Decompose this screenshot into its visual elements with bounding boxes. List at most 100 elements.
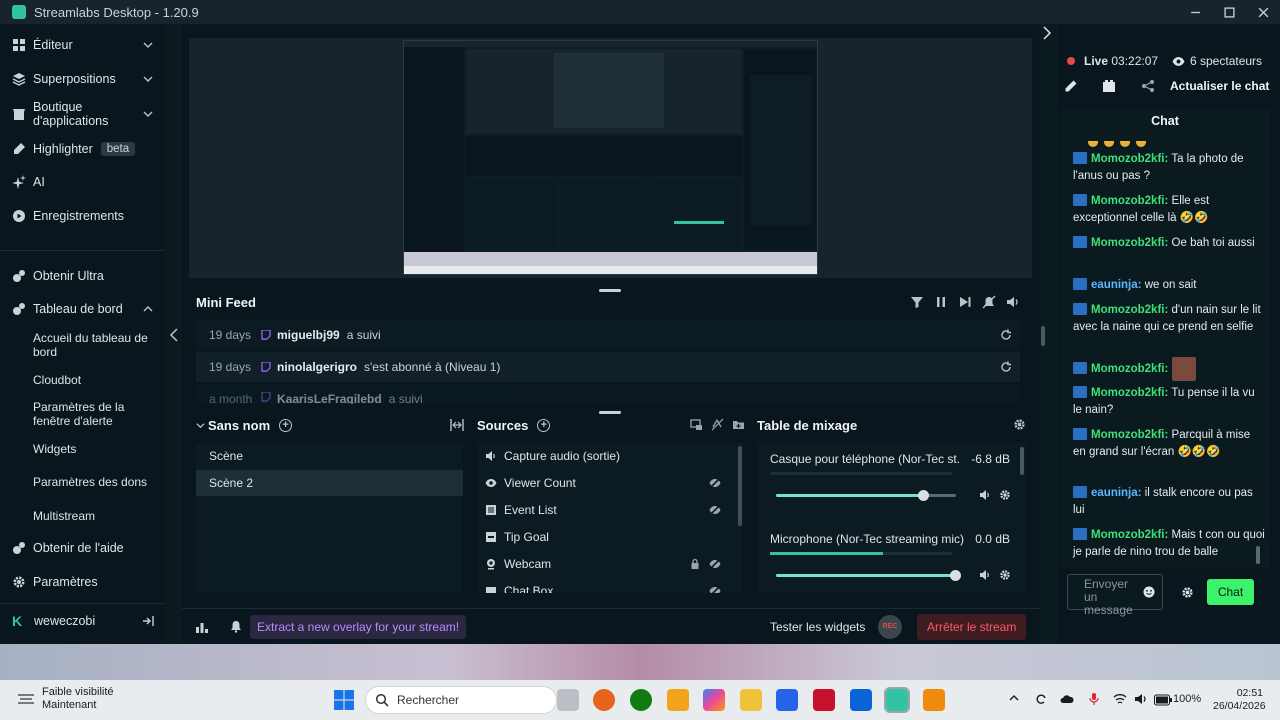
add-scene-button[interactable]: + (279, 419, 293, 432)
close-button[interactable] (1246, 0, 1280, 24)
vlc-icon[interactable] (923, 689, 945, 711)
chat-username[interactable]: Momozob2kfi (1091, 237, 1164, 249)
sidebar-item-app-store[interactable]: Boutique d'applications (0, 100, 164, 128)
feed-row[interactable]: 19 days miguelbj99 a suivi (196, 320, 1020, 350)
filter-icon[interactable] (910, 295, 924, 309)
add-folder-icon[interactable] (732, 418, 745, 431)
chat-username[interactable]: Momozob2kfi (1091, 429, 1164, 441)
add-source-button[interactable]: + (537, 419, 551, 432)
test-widgets-button[interactable]: Tester les widgets (770, 620, 865, 634)
system-clock[interactable]: 02:51 26/04/2026 (1213, 687, 1266, 713)
xbox-icon[interactable] (630, 689, 652, 711)
taskbar-search[interactable]: Rechercher (365, 686, 557, 714)
selective-recording-icon[interactable] (690, 418, 703, 431)
refresh-chat-button[interactable]: Actualiser le chat (1170, 79, 1269, 93)
sidebar-item-ultra[interactable]: Obtenir Ultra (0, 269, 164, 283)
source-item[interactable]: Tip Goal (477, 524, 735, 550)
sidebar-item-recordings[interactable]: Enregistrements (0, 209, 164, 223)
outlook-icon[interactable] (850, 689, 872, 711)
chevron-down-icon[interactable] (196, 421, 205, 430)
maximize-button[interactable] (1212, 0, 1246, 24)
volume-slider[interactable] (776, 570, 961, 581)
logout-icon[interactable] (142, 615, 154, 627)
resize-handle[interactable] (599, 411, 621, 414)
mixer-settings-gear-icon[interactable] (1013, 418, 1026, 431)
scene-item[interactable]: Scène (196, 443, 463, 469)
stream-preview[interactable] (403, 40, 818, 275)
sidebar-subitem-multistream[interactable]: Multistream (33, 509, 158, 523)
chat-username[interactable]: Momozob2kfi (1091, 387, 1164, 399)
sync-icon[interactable] (1034, 692, 1048, 706)
scene-collection-name[interactable]: Sans nom (208, 418, 270, 433)
sidebar-item-editor[interactable]: Éditeur (0, 38, 164, 52)
feed-row[interactable]: a month KaarisLeFragilebd a suivi (196, 384, 1020, 404)
scene-item-selected[interactable]: Scène 2 (196, 470, 463, 496)
sidebar-subitem-widgets[interactable]: Widgets (33, 442, 158, 456)
chat-message-input[interactable]: Envoyer un message (1067, 574, 1163, 617)
speaker-icon[interactable] (979, 489, 991, 501)
gear-icon[interactable] (999, 489, 1011, 501)
cloud-icon[interactable] (1060, 692, 1074, 706)
sidebar-item-help[interactable]: Obtenir de l'aide (0, 541, 164, 555)
edit-stream-info-icon[interactable] (1064, 79, 1078, 93)
volume-icon[interactable] (1134, 692, 1148, 706)
source-item[interactable]: Chat Box (477, 578, 735, 593)
resize-handle[interactable] (599, 289, 621, 292)
wifi-icon[interactable] (1113, 692, 1127, 706)
sidebar-subitem-cloudbot[interactable]: Cloudbot (33, 373, 158, 387)
lock-icon[interactable] (689, 558, 701, 570)
pause-icon[interactable] (934, 295, 948, 309)
volume-knob[interactable] (950, 570, 961, 581)
mute-alerts-icon[interactable] (982, 295, 996, 309)
sidebar-subitem-tips[interactable]: Paramètres des dons (33, 475, 158, 489)
streamlabs-taskbar-icon[interactable] (884, 687, 910, 713)
user-account[interactable]: K weweczobi (0, 608, 164, 634)
collapse-chat-icon[interactable] (1041, 26, 1053, 40)
file-explorer-icon[interactable] (740, 689, 762, 711)
chevron-up-icon[interactable] (1008, 692, 1020, 704)
minifeed-scrollbar[interactable] (1041, 326, 1045, 346)
sources-scrollbar[interactable] (738, 446, 742, 526)
minimize-button[interactable] (1178, 0, 1212, 24)
visibility-hidden-icon[interactable] (709, 585, 721, 593)
feed-row[interactable]: 19 days ninolalgerigro s'est abonné à (N… (196, 352, 1020, 382)
sidebar-item-highlighter[interactable]: Highlighter beta (0, 142, 164, 156)
store-icon[interactable] (667, 689, 689, 711)
notification-bell-icon[interactable] (229, 619, 243, 633)
speaker-icon[interactable] (979, 569, 991, 581)
source-item[interactable]: Event List (477, 497, 735, 523)
visibility-hidden-icon[interactable] (709, 477, 721, 489)
chat-username[interactable]: Momozob2kfi (1091, 153, 1164, 165)
sidebar-subitem-dashboard-home[interactable]: Accueil du tableau de bord (33, 331, 158, 359)
mixer-scrollbar[interactable] (1020, 447, 1024, 475)
emoji-icon[interactable] (1143, 586, 1155, 598)
share-icon[interactable] (1141, 79, 1155, 93)
sidebar-subitem-alert-box[interactable]: Paramètres de la fenêtre d'alerte (33, 400, 158, 428)
stop-stream-button[interactable]: Arrêter le stream (917, 614, 1027, 640)
chat-username[interactable]: eauninja (1091, 279, 1138, 291)
volume-slider[interactable] (776, 490, 956, 501)
windows-start-icon[interactable] (334, 690, 354, 710)
sidebar-item-dashboard[interactable]: Tableau de bord (0, 302, 164, 316)
chat-scrollbar[interactable] (1256, 546, 1260, 564)
chat-username[interactable]: eauninja (1091, 487, 1138, 499)
overlay-promo-banner[interactable]: Extract a new overlay for your stream! (250, 615, 467, 639)
replay-icon[interactable] (1000, 329, 1012, 341)
chat-username[interactable]: Momozob2kfi (1091, 529, 1164, 541)
mcafee-icon[interactable] (813, 689, 835, 711)
sidebar-item-overlays[interactable]: Superpositions (0, 72, 164, 86)
send-chat-button[interactable]: Chat (1207, 579, 1254, 605)
weather-widget[interactable]: Faible visibilité Maintenant (16, 686, 114, 712)
transition-icon[interactable] (450, 419, 464, 431)
chat-username[interactable]: Momozob2kfi (1091, 195, 1164, 207)
copilot-icon[interactable] (703, 689, 725, 711)
source-item[interactable]: Webcam (477, 551, 735, 577)
chat-settings-gear-icon[interactable] (1181, 586, 1194, 599)
sidebar-item-settings[interactable]: Paramètres (0, 575, 164, 589)
gear-icon[interactable] (999, 569, 1011, 581)
volume-icon[interactable] (1006, 295, 1020, 309)
stats-chart-icon[interactable] (195, 620, 209, 634)
clip-icon[interactable] (1102, 79, 1116, 93)
vscode-icon[interactable] (776, 689, 798, 711)
record-button[interactable]: REC (878, 615, 902, 639)
